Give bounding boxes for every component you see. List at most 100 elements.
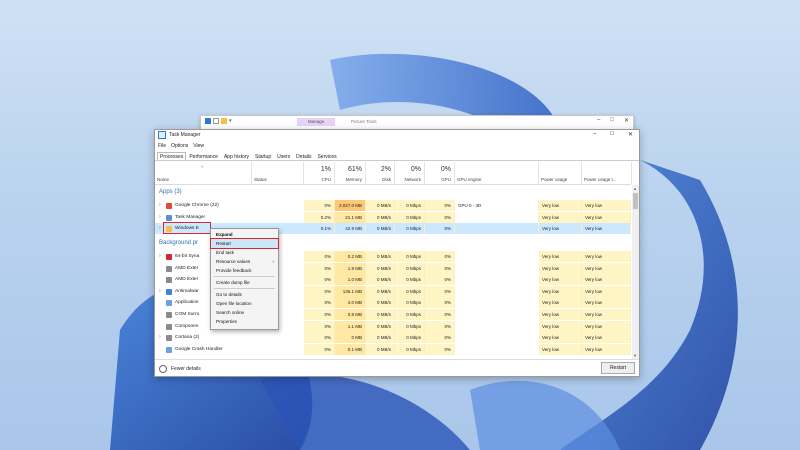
column-disk[interactable]: 2% Disk bbox=[366, 162, 395, 184]
cpu-cell: 0% bbox=[304, 274, 335, 286]
disk-cell: 0 MB/s bbox=[366, 274, 395, 286]
app-row[interactable]: › Google Chrome (22) 0% 2,027.0 MB 0 MB/s 0 M… bbox=[155, 200, 631, 211]
expand-chevron-icon[interactable]: › bbox=[159, 223, 161, 234]
process-name: Application bbox=[175, 300, 199, 306]
column-cpu[interactable]: 1% CPU bbox=[304, 162, 335, 184]
process-icon bbox=[166, 335, 172, 342]
power-cell: Very low bbox=[539, 211, 582, 223]
column-power-usage[interactable]: Power usage bbox=[539, 162, 582, 184]
power-cell: Very low bbox=[539, 223, 582, 234]
ctx-go-to-details[interactable]: Go to details bbox=[211, 290, 278, 299]
power-cell: Very low bbox=[539, 274, 582, 286]
scrollbar-thumb[interactable] bbox=[633, 193, 638, 209]
new-folder-icon[interactable] bbox=[221, 118, 227, 124]
windows-explorer-highlight bbox=[163, 222, 211, 234]
memory-cell: 42.9 MB bbox=[335, 223, 366, 234]
process-icon bbox=[166, 288, 172, 295]
column-network[interactable]: 0% Network bbox=[395, 162, 425, 184]
memory-cell: 1.1 MB bbox=[335, 320, 366, 332]
memory-cell: 0.2 MB bbox=[335, 251, 366, 262]
cpu-cell: 0% bbox=[304, 297, 335, 309]
gpu-engine-cell: GPU 0 - 3D bbox=[455, 200, 539, 211]
ctx-provide-feedback[interactable]: Provide feedback bbox=[211, 266, 278, 275]
cpu-cell: 0.1% bbox=[304, 223, 335, 234]
expand-chevron-icon[interactable]: › bbox=[159, 212, 161, 223]
gpu-cell: 0% bbox=[425, 332, 455, 344]
ctx-expand[interactable]: Expand bbox=[211, 230, 278, 239]
network-cell: 0 Mbps bbox=[395, 297, 425, 309]
column-gpu-engine[interactable]: GPU engine bbox=[455, 162, 539, 184]
submenu-arrow-icon: › bbox=[272, 259, 274, 264]
power-cell: Very low bbox=[539, 297, 582, 309]
menu-file[interactable]: File bbox=[158, 143, 166, 149]
app-row[interactable]: › Task Manager 0.2% 21.1 MB 0 MB/s 0 Mbps 0% Ve… bbox=[155, 211, 631, 223]
scroll-down-icon[interactable]: ▼ bbox=[633, 353, 637, 358]
process-name: Cortana (2) bbox=[175, 335, 200, 341]
expand-chevron-icon[interactable]: › bbox=[159, 251, 161, 262]
gpu-cell: 0% bbox=[425, 223, 455, 234]
picture-tools-tab[interactable]: Picture Tools bbox=[351, 118, 377, 126]
manage-tab[interactable]: Manage bbox=[297, 118, 335, 126]
process-name: Google Crash Handler bbox=[175, 346, 223, 352]
maximize-icon[interactable]: □ bbox=[610, 117, 614, 124]
ctx-open-file-location[interactable]: Open file location bbox=[211, 299, 278, 308]
ctx-resource-values[interactable]: Resource values › bbox=[211, 257, 278, 266]
expand-chevron-icon[interactable]: › bbox=[159, 286, 161, 297]
process-name: COM Surro bbox=[175, 312, 200, 317]
menu-options[interactable]: Options bbox=[171, 143, 188, 149]
network-cell: 0 Mbps bbox=[395, 251, 425, 262]
gpu-engine-cell bbox=[455, 223, 539, 234]
restart-button[interactable]: Restart bbox=[601, 362, 635, 374]
close-icon[interactable]: ✕ bbox=[628, 131, 633, 138]
process-icon bbox=[166, 214, 172, 221]
ctx-create-dump-file[interactable]: Create dump file bbox=[211, 278, 278, 287]
gpu-cell: 0% bbox=[425, 297, 455, 309]
fewer-details-button[interactable]: Fewer details bbox=[159, 365, 201, 373]
background-row[interactable]: Google Crash Handler 0% 0.1 MB 0 MB/s 0 Mbps… bbox=[155, 343, 631, 355]
cpu-cell: 0% bbox=[304, 285, 335, 297]
gpu-cell: 0% bbox=[425, 211, 455, 223]
expand-chevron-icon[interactable]: › bbox=[159, 332, 161, 343]
gpu-cell: 0% bbox=[425, 343, 455, 355]
process-name: Antimalwar bbox=[175, 288, 199, 294]
expand-chevron-icon[interactable]: › bbox=[159, 200, 161, 211]
column-name[interactable]: ^ Name bbox=[155, 162, 252, 184]
customize-chevron-icon[interactable]: ▾ bbox=[229, 118, 232, 124]
cpu-cell: 0% bbox=[304, 332, 335, 344]
close-icon[interactable]: ✕ bbox=[624, 117, 629, 124]
memory-cell: 0.8 MB bbox=[335, 309, 366, 320]
gpu-cell: 0% bbox=[425, 285, 455, 297]
minimize-icon[interactable]: – bbox=[593, 131, 596, 138]
task-manager-app-icon bbox=[158, 131, 166, 139]
power-trend-cell: Very low bbox=[582, 285, 631, 297]
context-menu[interactable]: Expand Restart End task Resource values … bbox=[210, 228, 279, 330]
column-gpu[interactable]: 0% GPU bbox=[425, 162, 455, 184]
column-status[interactable]: Status bbox=[252, 162, 304, 184]
network-cell: 0 Mbps bbox=[395, 262, 425, 274]
memory-cell: 0.1 MB bbox=[335, 343, 366, 355]
gpu-cell: 0% bbox=[425, 251, 455, 262]
cpu-cell: 0% bbox=[304, 320, 335, 332]
ctx-restart[interactable]: Restart bbox=[210, 238, 279, 249]
process-name: 64-bit Syna bbox=[175, 254, 200, 259]
column-power-usage-trend[interactable]: Power usage t... bbox=[582, 162, 632, 184]
process-name: Task Manager bbox=[175, 214, 206, 220]
ctx-properties[interactable]: Properties bbox=[211, 317, 278, 326]
scroll-up-icon[interactable]: ▲ bbox=[633, 186, 637, 191]
network-cell: 0 Mbps bbox=[395, 211, 425, 223]
maximize-icon[interactable]: □ bbox=[610, 131, 614, 138]
menu-view[interactable]: View bbox=[193, 143, 204, 149]
cpu-cell: 0% bbox=[304, 251, 335, 262]
process-icon bbox=[166, 300, 172, 307]
vertical-scrollbar[interactable]: ▲ ▼ bbox=[632, 185, 639, 359]
ctx-end-task[interactable]: End task bbox=[211, 248, 278, 257]
disk-cell: 0 MB/s bbox=[366, 309, 395, 320]
ctx-search-online[interactable]: Search online bbox=[211, 308, 278, 317]
minimize-icon[interactable]: – bbox=[597, 117, 600, 124]
column-memory[interactable]: 61% Memory bbox=[335, 162, 366, 184]
memory-cell: 1.0 MB bbox=[335, 274, 366, 286]
power-cell: Very low bbox=[539, 285, 582, 297]
background-row[interactable]: › Cortana (2) 0% 0 MB 0 MB/s 0 Mbps 0% Very low… bbox=[155, 332, 631, 344]
properties-icon[interactable] bbox=[213, 118, 219, 124]
gpu-cell: 0% bbox=[425, 274, 455, 286]
